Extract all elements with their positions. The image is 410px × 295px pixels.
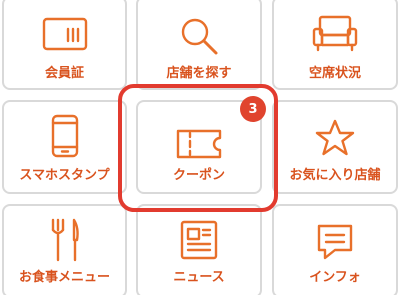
fork-knife-icon bbox=[41, 218, 89, 262]
tile-coupon[interactable]: クーポン bbox=[136, 100, 262, 194]
tile-label: 店舗を探す bbox=[166, 66, 232, 81]
chat-bubble-icon bbox=[311, 220, 359, 264]
tile-label: 空席状況 bbox=[308, 66, 361, 81]
tile-label: クーポン bbox=[172, 168, 225, 183]
tile-info[interactable]: インフォ bbox=[272, 204, 398, 295]
tile-favorite-stores[interactable]: お気に入り店舗 bbox=[272, 100, 398, 194]
tile-label: インフォ bbox=[309, 270, 361, 285]
tile-smartphone-stamp[interactable]: スマホスタンプ bbox=[2, 100, 127, 194]
newspaper-icon bbox=[175, 218, 223, 262]
smartphone-icon bbox=[41, 114, 89, 158]
search-icon bbox=[175, 14, 223, 58]
tile-membership-card[interactable]: 会員証 bbox=[2, 0, 127, 90]
menu-grid: 会員証 店舗を探す 空席状況 スマホスタンプ クーポン お気に入り店舗 お食事メ… bbox=[0, 0, 410, 295]
tile-label: お気に入り店舗 bbox=[289, 168, 381, 183]
membership-card-icon bbox=[41, 12, 89, 56]
tile-label: スマホスタンプ bbox=[19, 168, 110, 183]
sofa-icon bbox=[311, 12, 359, 56]
tile-label: 会員証 bbox=[44, 66, 84, 81]
tile-store-search[interactable]: 店舗を探す bbox=[136, 0, 262, 90]
tile-news[interactable]: ニュース bbox=[136, 204, 262, 295]
ticket-icon bbox=[175, 122, 223, 166]
tile-food-menu[interactable]: お食事メニュー bbox=[2, 204, 127, 295]
tile-label: お食事メニュー bbox=[18, 270, 110, 285]
tile-label: ニュース bbox=[173, 270, 225, 285]
star-icon bbox=[311, 116, 359, 160]
tile-seat-availability[interactable]: 空席状況 bbox=[272, 0, 398, 90]
